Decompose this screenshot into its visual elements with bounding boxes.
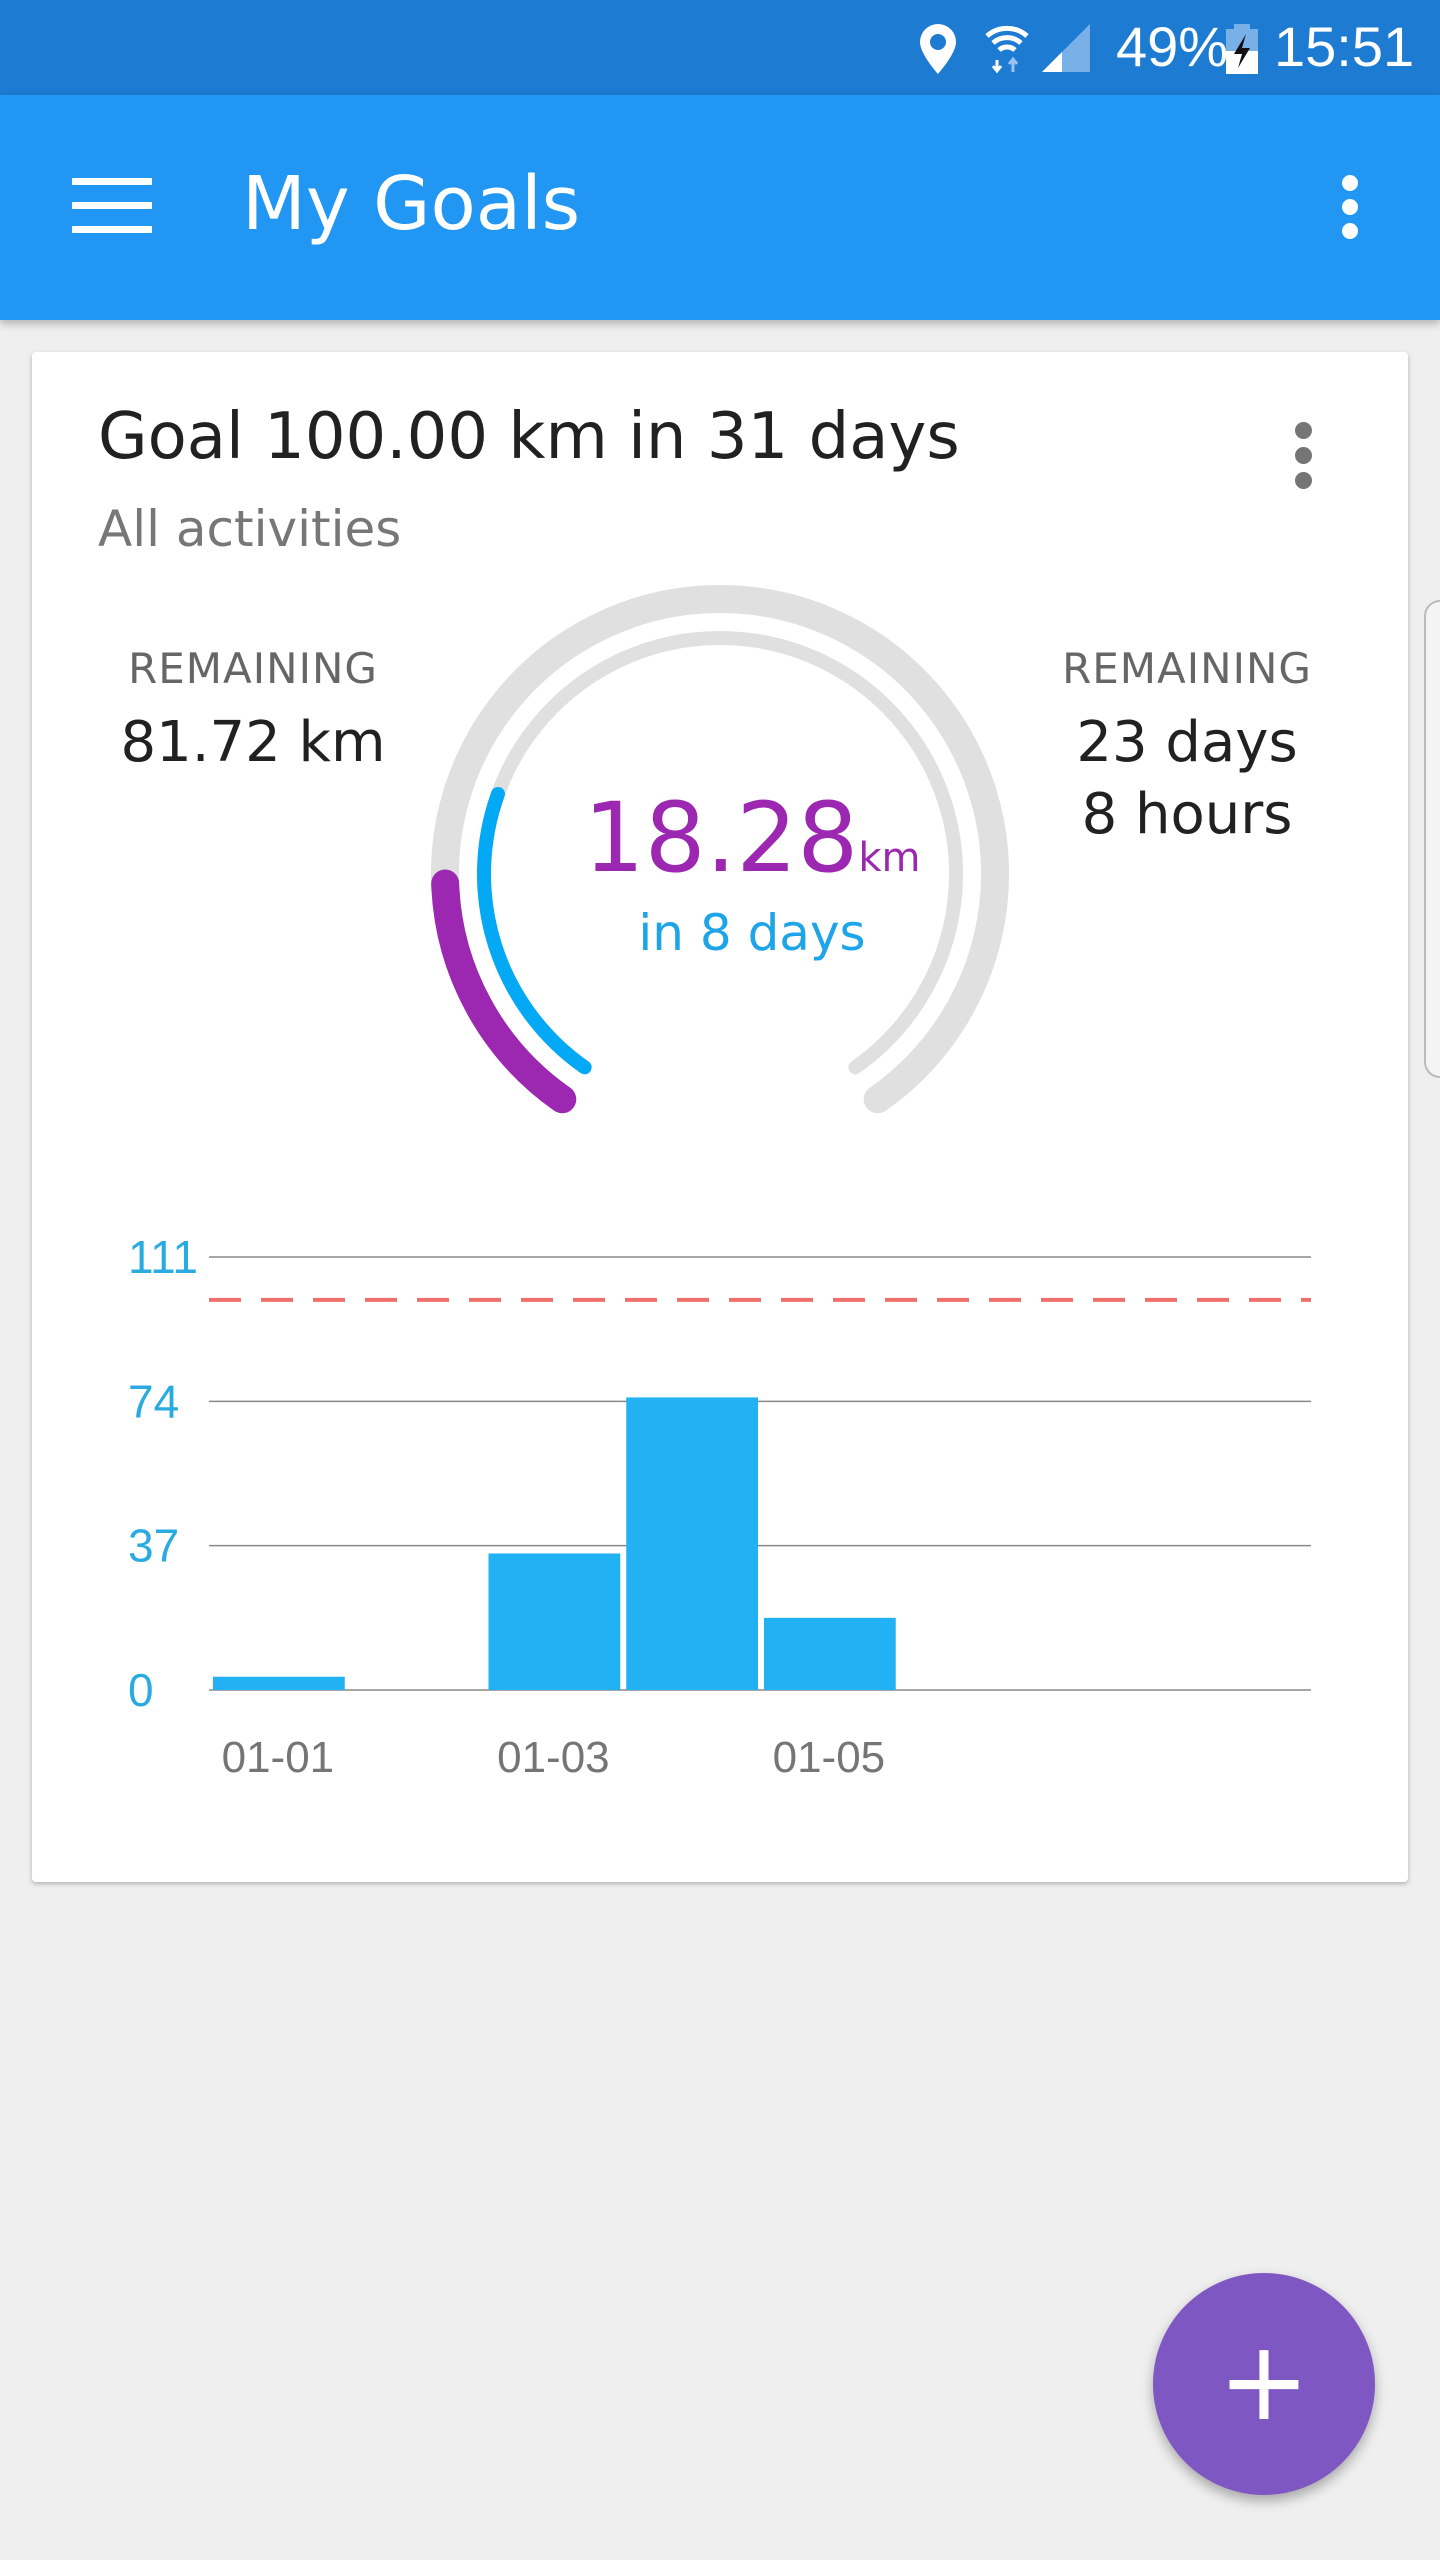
y-tick-label: 74	[128, 1375, 179, 1427]
progress-summary: 18.28km in 8 days	[482, 782, 1022, 962]
more-vert-icon[interactable]	[1330, 175, 1370, 245]
progress-number: 18.28	[583, 782, 859, 894]
hamburger-icon[interactable]	[72, 178, 152, 238]
y-tick-label: 0	[128, 1664, 154, 1716]
clock: 15:51	[1274, 15, 1415, 78]
edge-panel-handle[interactable]	[1424, 600, 1440, 1078]
signal-icon	[1042, 24, 1090, 72]
battery-charging-icon	[1226, 24, 1258, 74]
progress-period: in 8 days	[638, 904, 866, 962]
x-tick-label: 01-05	[773, 1733, 886, 1782]
status-bar: 49% 15:51	[0, 0, 1440, 95]
bar-01-05	[764, 1617, 896, 1690]
battery-percent: 49%	[1116, 15, 1229, 78]
wifi-icon	[985, 25, 1029, 74]
y-tick-label: 111	[128, 1231, 198, 1283]
bar-01-04	[626, 1397, 758, 1690]
y-tick-label: 37	[128, 1520, 179, 1572]
progress-value: 18.28km	[482, 782, 1022, 894]
bar-01-01	[213, 1676, 345, 1690]
app-bar: My Goals	[0, 95, 1440, 320]
progress-unit: km	[858, 835, 921, 881]
add-goal-button[interactable]: +	[1153, 2273, 1375, 2495]
daily-distance-chart: 0 37 74 111 01-01 01-03 01-05	[128, 1231, 1311, 1782]
location-icon	[920, 24, 956, 74]
x-tick-label: 01-03	[497, 1733, 610, 1782]
bar-01-03	[488, 1553, 621, 1690]
x-tick-label: 01-01	[222, 1733, 335, 1782]
page-title: My Goals	[242, 161, 581, 247]
